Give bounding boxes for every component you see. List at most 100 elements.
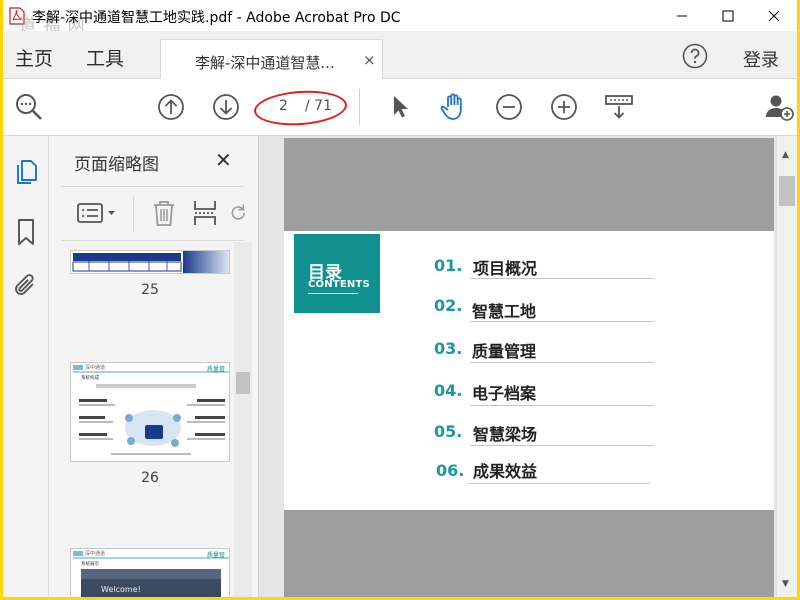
minimize-button[interactable] <box>659 0 705 31</box>
toc-entry-line-5 <box>470 445 654 446</box>
thumbnail-list: 25 深中通道 质量管 系统构成 26 深中通道 质量管 系统展示 Welcom… <box>49 242 259 597</box>
toc-entry-label-1[interactable]: 项目概况 <box>473 255 537 279</box>
zoom-in-icon <box>551 94 577 120</box>
main-toolbar: 2 / 71 <box>3 79 797 136</box>
tab-close-button[interactable]: × <box>363 51 376 69</box>
thumbnail-27-preview <box>73 551 229 597</box>
thumbnail-25-preview <box>71 251 229 273</box>
pdf-page: 目录 CONTENTS 01. 项目概况 02. 智慧工地 03. 质量管理 0… <box>284 138 774 597</box>
zoom-search-icon <box>16 94 42 120</box>
rotate-icon <box>231 204 245 220</box>
next-page-button[interactable] <box>210 91 242 123</box>
thumbnail-options-button[interactable] <box>74 198 120 228</box>
hand-tool-button[interactable] <box>438 91 470 123</box>
thumbnail-scrollbar[interactable] <box>234 242 252 597</box>
red-annotation-ellipse <box>252 87 349 129</box>
toc-entry-num-3: 03. <box>434 339 463 358</box>
toc-entry-num-2: 02. <box>434 296 463 315</box>
login-link[interactable]: 登录 <box>743 46 779 72</box>
panel-close-button[interactable]: ✕ <box>215 148 232 172</box>
maximize-button[interactable] <box>705 0 751 31</box>
toc-entry-num-6: 06. <box>436 461 465 480</box>
scroll-down-arrow-icon[interactable]: ▼ <box>782 579 789 589</box>
document-view: 目录 CONTENTS 01. 项目概况 02. 智慧工地 03. 质量管理 0… <box>259 136 797 597</box>
document-tab-label: 李解-深中通道智慧... <box>195 54 335 72</box>
toc-entry-num-1: 01. <box>434 256 463 275</box>
share-add-user-button[interactable] <box>763 91 795 123</box>
delete-icon <box>154 201 174 226</box>
zoom-in-button[interactable] <box>548 91 580 123</box>
thumbnails-panel: 页面缩略图 ✕ 25 深中通道 质量管 系统构成 26 深中通道 质量管 系统展… <box>49 136 259 597</box>
insert-page-button[interactable] <box>189 198 221 228</box>
next-page-icon <box>213 94 239 120</box>
toc-entry-num-5: 05. <box>434 422 463 441</box>
thumbnail-number-25: 25 <box>141 282 159 298</box>
thumbnail-page-25[interactable] <box>70 250 230 274</box>
document-tab[interactable]: 李解-深中通道智慧... × <box>160 39 383 80</box>
page-thumbnails-icon <box>17 160 37 184</box>
prev-page-icon <box>158 94 184 120</box>
acrobat-window: 道 福 网 李解-深中通道智慧工地实践.pdf - Adobe Acrobat … <box>3 0 797 597</box>
toc-entry-label-4[interactable]: 电子档案 <box>472 380 536 404</box>
zoom-out-icon <box>496 94 522 120</box>
toc-underline <box>308 293 358 294</box>
zoom-out-button[interactable] <box>493 91 525 123</box>
page-display-icon <box>605 95 633 119</box>
rotate-page-button[interactable] <box>229 198 251 228</box>
thumbnail-page-26[interactable]: 深中通道 质量管 系统构成 <box>70 362 230 462</box>
maximize-icon <box>722 10 734 21</box>
toc-title-box: 目录 CONTENTS <box>294 234 380 313</box>
toc-entry-line-6 <box>468 483 650 484</box>
toc-entry-label-3[interactable]: 质量管理 <box>472 338 536 362</box>
menu-home[interactable]: 主页 <box>15 44 53 71</box>
page-top-band <box>284 138 774 231</box>
close-window-button[interactable] <box>751 0 797 31</box>
panel-divider <box>61 186 244 187</box>
thumbnail-scrollbar-thumb[interactable] <box>236 372 250 394</box>
attachment-icon <box>15 274 34 295</box>
minimize-icon <box>677 15 687 16</box>
panel-tool-separator <box>133 196 134 232</box>
select-tool-button[interactable] <box>384 91 416 123</box>
scroll-up-arrow-icon[interactable]: ▲ <box>782 150 789 160</box>
toc-entry-label-6[interactable]: 成果效益 <box>473 458 537 482</box>
prev-page-button[interactable] <box>155 91 187 123</box>
tab-bar: 主页 工具 李解-深中通道智慧... × 登录 <box>3 31 797 80</box>
toc-entry-line-3 <box>470 362 654 363</box>
toc-entry-num-4: 04. <box>434 381 463 400</box>
thumbnail-number-26: 26 <box>141 470 159 486</box>
toc-subtitle: CONTENTS <box>308 279 370 290</box>
document-scrollbar-thumb[interactable] <box>779 176 795 206</box>
insert-page-icon <box>194 201 216 225</box>
toc-entry-line-2 <box>470 321 654 322</box>
bookmark-icon <box>18 219 34 245</box>
toolbar-separator <box>359 89 360 125</box>
page-bottom-band <box>284 510 774 597</box>
window-title: 李解-深中通道智慧工地实践.pdf - Adobe Acrobat Pro DC <box>32 10 401 26</box>
hand-tool-icon <box>440 93 462 120</box>
bookmarks-button[interactable] <box>12 218 40 246</box>
toc-entry-line-4 <box>470 405 654 406</box>
select-cursor-icon <box>394 96 408 118</box>
help-icon[interactable] <box>682 43 708 69</box>
navigation-rail <box>3 136 49 597</box>
thumbnail-27-banner: Welcome! <box>101 585 141 594</box>
toc-entry-line-1 <box>470 278 654 279</box>
panel-title: 页面缩略图 <box>74 155 159 175</box>
toc-entry-label-2[interactable]: 智慧工地 <box>472 298 536 322</box>
title-bar: 道 福 网 李解-深中通道智慧工地实践.pdf - Adobe Acrobat … <box>3 0 797 36</box>
document-scrollbar[interactable]: ▲ ▼ <box>776 136 797 597</box>
attachments-button[interactable] <box>12 272 40 300</box>
panel-divider-2 <box>61 240 244 241</box>
close-icon <box>768 10 780 21</box>
thumbnail-26-preview <box>73 365 229 455</box>
zoom-search-button[interactable] <box>13 91 45 123</box>
thumbnail-page-27[interactable]: 深中通道 质量管 系统展示 Welcome! <box>70 548 230 597</box>
delete-page-button[interactable] <box>147 198 181 228</box>
add-user-icon <box>766 95 794 121</box>
toc-entry-label-5[interactable]: 智慧梁场 <box>473 421 537 445</box>
menu-tools[interactable]: 工具 <box>86 44 124 71</box>
options-icon <box>77 203 115 223</box>
page-display-button[interactable] <box>603 91 635 123</box>
page-thumbnails-button[interactable] <box>12 158 40 186</box>
